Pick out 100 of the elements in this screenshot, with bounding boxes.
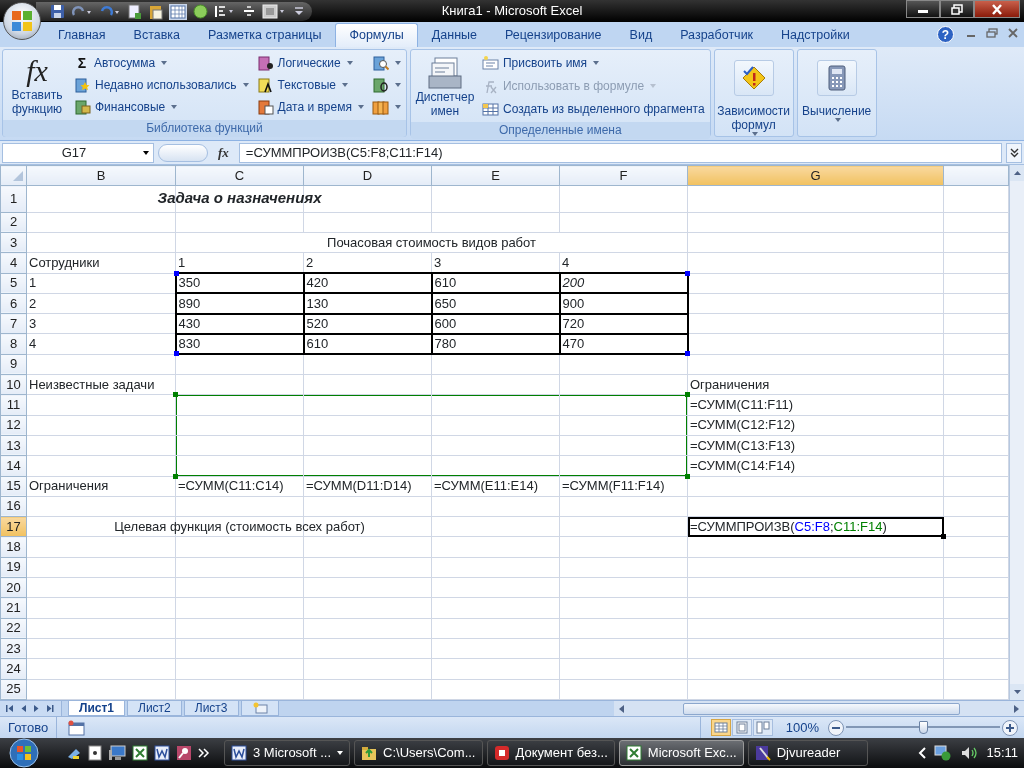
ribbon-button[interactable]: Финансовые (72, 96, 251, 118)
row-header[interactable]: 11 (0, 394, 27, 416)
scroll-up-icon[interactable] (1010, 165, 1024, 181)
row-header[interactable]: 10 (0, 374, 27, 395)
speaker-icon[interactable] (960, 745, 979, 761)
ribbon-tab[interactable]: Вставка (119, 23, 195, 47)
row-header[interactable]: 15 (0, 476, 27, 497)
row-header[interactable]: 3 (0, 232, 27, 253)
row-header[interactable]: 13 (0, 435, 27, 456)
minimize-button[interactable] (906, 0, 940, 18)
scroll-down-icon[interactable] (1010, 684, 1024, 700)
range-handle[interactable] (685, 473, 690, 479)
row-header[interactable]: 20 (0, 577, 27, 598)
close-button[interactable] (974, 0, 1020, 18)
zoom-in-button[interactable] (1002, 719, 1018, 736)
range-handle[interactable] (684, 351, 690, 357)
close-icon[interactable] (1008, 28, 1018, 38)
row-header[interactable]: 5 (0, 273, 27, 294)
ribbon-button[interactable]: Присвоить имя (479, 52, 707, 74)
row-header[interactable]: 24 (0, 658, 27, 679)
range-handle[interactable] (173, 351, 179, 357)
ribbon-tab[interactable]: Главная (44, 23, 120, 47)
taskbar-button[interactable]: Djvureader (747, 740, 868, 766)
row-header[interactable]: 19 (0, 557, 27, 578)
row-header[interactable]: 4 (0, 252, 27, 274)
ribbon-button[interactable]: Логические (254, 52, 366, 74)
ribbon-button[interactable]: Диспетчер имен (413, 52, 476, 120)
range-handle[interactable] (685, 392, 690, 398)
ribbon-button[interactable]: Создать из выделенного фрагмента (479, 98, 707, 120)
ribbon-button[interactable]: Σ Автосумма (72, 52, 251, 74)
ribbon-tab[interactable]: Данные (417, 23, 492, 47)
circle-icon[interactable] (193, 4, 208, 19)
splitter-handle[interactable] (158, 143, 208, 162)
taskbar-button[interactable]: Документ без... (486, 740, 615, 766)
ribbon-button[interactable]: fx Вставить функцию (6, 52, 68, 118)
last-sheet-icon[interactable] (46, 704, 54, 713)
ribbon-button[interactable]: Текстовые (254, 74, 366, 96)
ribbon-tab[interactable]: Разметка страницы (194, 23, 336, 47)
ribbon-button[interactable]: Дата и время (254, 96, 366, 118)
first-sheet-icon[interactable] (6, 704, 14, 713)
column-header[interactable]: F (559, 165, 688, 186)
range-handle[interactable] (684, 271, 690, 277)
sheet-tab[interactable]: Лист1 (68, 701, 126, 716)
frame-icon[interactable] (262, 4, 286, 19)
row-header[interactable]: 6 (0, 293, 27, 314)
grid-icon[interactable] (169, 3, 187, 20)
row-header[interactable]: 18 (0, 536, 27, 558)
row-header[interactable]: 8 (0, 333, 27, 355)
ribbon-tab[interactable]: Разработчик (666, 23, 768, 47)
column-header[interactable]: E (431, 165, 560, 186)
taskbar-button[interactable]: Microsoft Exc... (618, 740, 744, 766)
view-button[interactable] (731, 719, 752, 736)
scroll-thumb[interactable] (683, 702, 960, 715)
name-box[interactable]: G17 (2, 142, 154, 163)
spreadsheet-icon[interactable] (132, 745, 148, 761)
row-header[interactable]: 25 (0, 679, 27, 700)
row-header[interactable]: 21 (0, 597, 27, 619)
ribbon-tab[interactable]: Формулы (335, 23, 418, 47)
range-handle[interactable] (173, 271, 179, 277)
row-header[interactable]: 14 (0, 455, 27, 477)
row-header[interactable]: 23 (0, 638, 27, 659)
column-header[interactable]: D (303, 165, 432, 186)
row-header[interactable]: 2 (0, 212, 27, 233)
macro-record-icon[interactable] (67, 719, 86, 736)
range-handle[interactable] (173, 392, 178, 398)
help-button[interactable]: ? (937, 26, 954, 43)
range-handle[interactable] (173, 473, 178, 479)
zoom-slider[interactable] (846, 720, 1000, 735)
restore-icon[interactable] (986, 28, 998, 38)
align-icon[interactable] (242, 4, 256, 19)
row-header[interactable]: 1 (0, 185, 27, 213)
list-icon[interactable] (214, 4, 236, 19)
restore-button[interactable] (940, 0, 974, 18)
row-header[interactable]: 17 (0, 516, 27, 537)
row-header[interactable]: 16 (0, 496, 27, 517)
fill-handle[interactable] (941, 534, 946, 540)
ribbon-tab[interactable]: Вид (615, 23, 667, 47)
document-icon[interactable] (127, 3, 142, 20)
row-header[interactable]: 12 (0, 415, 27, 436)
insert-function-button[interactable]: fx (212, 142, 235, 163)
row-header[interactable]: 7 (0, 313, 27, 334)
taskbar-button[interactable]: 3 Microsoft ... (224, 740, 351, 766)
horizontal-scrollbar[interactable] (614, 701, 1024, 716)
ribbon-button[interactable]: Вычисление (800, 52, 873, 134)
computer-icon[interactable] (108, 745, 126, 761)
document-icon[interactable] (154, 745, 170, 761)
network-icon[interactable] (934, 745, 953, 761)
clipboard-icon[interactable] (148, 3, 163, 20)
formula-field[interactable]: =СУММПРОИЗВ(C5:F8;C11:F14) (238, 142, 1002, 163)
ribbon-tab[interactable]: Рецензирование (491, 23, 616, 47)
cards-icon[interactable] (88, 745, 102, 761)
zoom-out-button[interactable] (828, 719, 844, 736)
save-icon[interactable] (50, 4, 65, 19)
taskbar-button[interactable]: C:\Users\Com... (354, 740, 483, 766)
column-header[interactable]: C (175, 165, 304, 186)
key-icon[interactable] (176, 745, 192, 761)
chevron-right-icon[interactable] (198, 748, 210, 758)
row-header[interactable]: 9 (0, 354, 27, 375)
sheet-tab[interactable]: Лист2 (127, 701, 182, 716)
chevron-left-icon[interactable] (918, 747, 927, 759)
